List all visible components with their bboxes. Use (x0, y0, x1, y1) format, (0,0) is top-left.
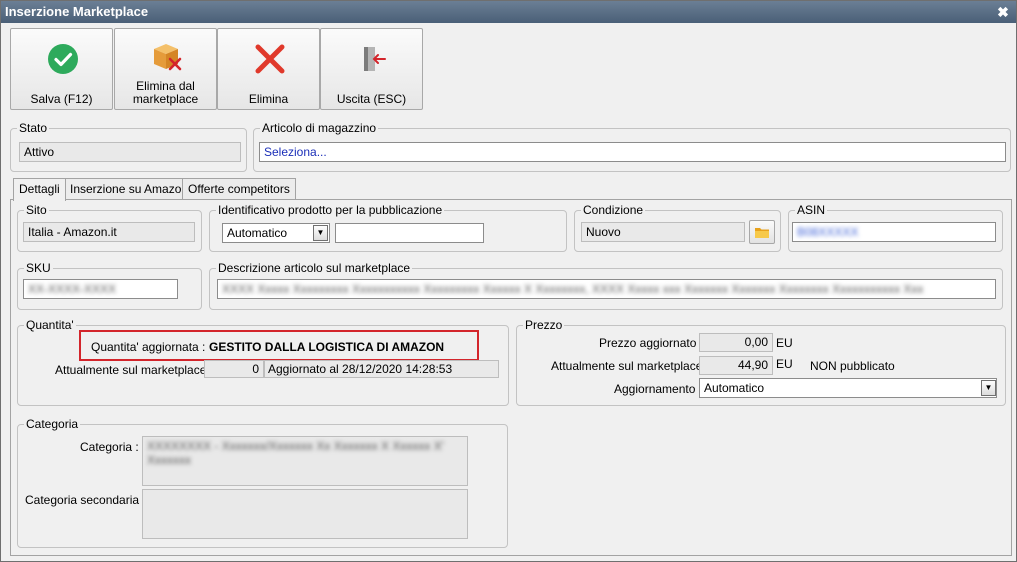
delete-from-marketplace-button[interactable]: Elimina dal marketplace (114, 28, 217, 110)
save-label: Salva (F12) (30, 92, 93, 106)
categoria-secondaria-field (142, 489, 468, 539)
delete-from-marketplace-label: Elimina dal marketplace (132, 79, 199, 106)
title-bar: Inserzione Marketplace ✖ (1, 1, 1016, 23)
prezzo-marketplace-value: 44,90 (699, 356, 773, 375)
stato-field: Attivo (19, 142, 241, 162)
articolo-legend: Articolo di magazzino (262, 121, 377, 135)
asin-field: B08XXXXX (792, 222, 996, 242)
quantita-marketplace-value: 0 (204, 360, 264, 378)
descrizione-legend: Descrizione articolo sul marketplace (218, 261, 411, 275)
identificativo-input[interactable] (335, 223, 484, 243)
tab-offerte-competitors[interactable]: Offerte competitors (182, 178, 296, 200)
condizione-field: Nuovo (581, 222, 745, 242)
sku-value: XX-XXXX-XXXX (28, 282, 117, 296)
check-circle-icon (48, 44, 78, 74)
folder-icon (755, 228, 769, 238)
sito-field: Italia - Amazon.it (23, 222, 195, 242)
identificativo-selected: Automatico (227, 226, 288, 240)
descrizione-field: XXXX Xxxxx Xxxxxxxxx Xxxxxxxxxxx Xxxxxxx… (217, 279, 996, 299)
asin-legend: ASIN (797, 203, 826, 217)
sito-legend: Sito (26, 203, 47, 217)
quantita-aggiornato-timestamp: Aggiornato al 28/12/2020 14:28:53 (264, 360, 499, 378)
save-button[interactable]: Salva (F12) (10, 28, 113, 110)
identificativo-legend: Identificativo prodotto per la pubblicaz… (218, 203, 443, 217)
exit-label: Uscita (ESC) (336, 92, 407, 106)
box-remove-icon (154, 44, 182, 71)
prezzo-aggiornamento-select[interactable]: Automatico (699, 378, 997, 398)
close-icon[interactable]: ✖ (996, 1, 1010, 23)
window-title: Inserzione Marketplace (5, 4, 149, 19)
delete-button[interactable]: Elimina (217, 28, 320, 110)
categoria-legend: Categoria (26, 417, 79, 431)
categoria-field: XXXXXXXX - Xxxxxxx/Xxxxxxx Xx Xxxxxxx X … (142, 436, 468, 486)
stato-legend: Stato (19, 121, 48, 135)
prezzo-aggiornato-currency: EU (776, 336, 793, 350)
quantita-legend: Quantita' (26, 318, 74, 332)
descrizione-value: XXXX Xxxxx Xxxxxxxxx Xxxxxxxxxxx Xxxxxxx… (222, 282, 924, 296)
tab-dettagli[interactable]: Dettagli (13, 178, 66, 201)
categoria-label: Categoria : (80, 440, 139, 454)
delete-label: Elimina (248, 92, 289, 106)
prezzo-marketplace-label: Attualmente sul marketplace : (551, 359, 710, 373)
condizione-browse-button[interactable] (749, 220, 775, 244)
articolo-select-field[interactable]: Seleziona... (259, 142, 1006, 162)
prezzo-aggiornato-label: Prezzo aggiornato : (599, 336, 704, 350)
prezzo-aggiornato-value: 0,00 (699, 333, 773, 352)
asin-value: B08XXXXX (797, 225, 859, 239)
chevron-down-icon[interactable]: ▼ (981, 380, 996, 396)
quantita-marketplace-label: Attualmente sul marketplace : (55, 363, 214, 377)
prezzo-status-badge: NON pubblicato (810, 359, 895, 373)
x-icon (255, 44, 285, 74)
chevron-down-icon[interactable]: ▼ (313, 225, 328, 241)
tab-inserzione-amazon[interactable]: Inserzione su Amazon (64, 178, 195, 200)
categoria-secondaria-label: Categoria secondaria : (25, 493, 146, 507)
window: Inserzione Marketplace ✖ Salva (F12) Eli… (0, 0, 1017, 562)
categoria-value: XXXXXXXX - Xxxxxxx/Xxxxxxx Xx Xxxxxxx X … (147, 439, 445, 467)
condizione-legend: Condizione (583, 203, 644, 217)
sku-legend: SKU (26, 261, 51, 275)
prezzo-aggiornamento-label: Aggiornamento : (614, 382, 703, 396)
prezzo-aggiornamento-selected: Automatico (704, 381, 765, 395)
sku-field: XX-XXXX-XXXX (23, 279, 178, 299)
prezzo-legend: Prezzo (525, 318, 563, 332)
prezzo-marketplace-currency: EU (776, 357, 793, 371)
exit-button[interactable]: Uscita (ESC) (320, 28, 423, 110)
exit-door-icon (364, 47, 386, 71)
highlight-box (79, 330, 479, 361)
